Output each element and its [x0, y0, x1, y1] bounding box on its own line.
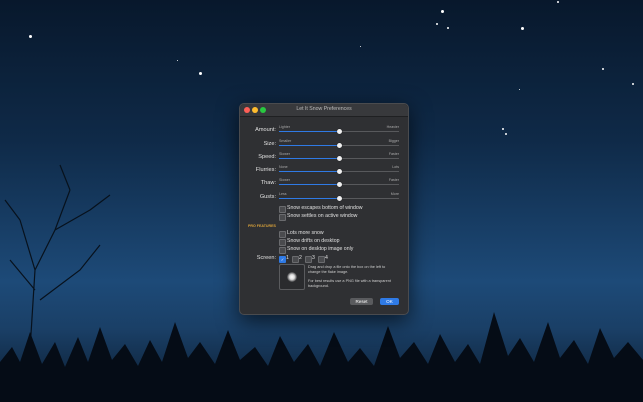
star: [602, 68, 604, 70]
slider-knob[interactable]: [336, 156, 342, 161]
screen-2-label: 2: [299, 255, 302, 261]
star: [521, 27, 524, 30]
slider-min-label: Slower: [279, 152, 290, 156]
desktop-only-checkbox[interactable]: [279, 247, 286, 254]
flake-image-drop-box[interactable]: [279, 264, 305, 290]
slider-label: Thaw:: [260, 180, 276, 186]
slider-label: Speed:: [258, 154, 276, 160]
star: [557, 1, 559, 3]
slider-track[interactable]: [279, 196, 399, 201]
screen-1-checkbox[interactable]: ✓: [279, 256, 286, 263]
title-bar[interactable]: Let It Snow Preferences: [240, 104, 408, 117]
ok-button[interactable]: OK: [380, 298, 399, 305]
desktop-only-label: Snow on desktop image only: [287, 246, 354, 252]
snowflake-icon: [287, 272, 297, 282]
escapes-bottom-label: Snow escapes bottom of window: [287, 205, 363, 211]
screen-4-checkbox[interactable]: [318, 256, 325, 263]
star: [177, 60, 178, 61]
escapes-bottom-checkbox[interactable]: [279, 206, 286, 213]
slider-min-label: Less: [279, 192, 287, 196]
slider-min-label: Smaller: [279, 139, 292, 143]
slider-max-label: Faster: [388, 178, 399, 182]
preferences-window: Let It Snow Preferences Amount: Lighter He…: [239, 103, 409, 315]
settles-active-checkbox[interactable]: [279, 214, 286, 221]
slider-track[interactable]: [279, 169, 399, 174]
png-tip: For best results use a PNG file with a t…: [308, 279, 391, 288]
slider-track[interactable]: [279, 182, 399, 187]
slider-track[interactable]: [279, 129, 399, 134]
screen-2-checkbox[interactable]: [292, 256, 299, 263]
slider-knob[interactable]: [336, 169, 342, 174]
slider-label: Gusts:: [259, 194, 276, 200]
lots-more-snow-checkbox[interactable]: [279, 231, 286, 238]
star: [436, 23, 438, 25]
slider-max-label: Heavier: [386, 125, 399, 129]
slider-fill: [279, 131, 339, 132]
lots-more-snow-label: Lots more snow: [287, 230, 324, 236]
slider-knob[interactable]: [336, 143, 342, 148]
star: [360, 46, 361, 47]
snow-drifts-checkbox[interactable]: [279, 239, 286, 246]
reset-button[interactable]: Reset: [350, 298, 373, 305]
slider-fill: [279, 145, 339, 146]
screen-label: Screen:: [256, 255, 276, 261]
window-title: Let It Snow Preferences: [296, 106, 352, 112]
slider-max-label: More: [390, 192, 399, 196]
slider-fill: [279, 198, 339, 199]
slider-fill: [279, 171, 339, 172]
star: [441, 10, 444, 13]
star: [519, 89, 520, 90]
slider-track[interactable]: [279, 143, 399, 148]
screen-1-label: 1: [286, 255, 289, 261]
slider-knob[interactable]: [336, 182, 342, 187]
star: [505, 133, 507, 135]
screen-3-checkbox[interactable]: [305, 256, 312, 263]
slider-label: Flurries:: [255, 167, 276, 173]
slider-max-label: Lots: [392, 165, 399, 169]
star: [29, 35, 32, 38]
slider-track[interactable]: [279, 156, 399, 161]
pro-features-heading: PRO FEATURES: [248, 224, 276, 228]
slider-label: Size:: [263, 141, 276, 147]
slider-knob[interactable]: [336, 129, 342, 134]
star: [199, 72, 202, 75]
slider-max-label: Bigger: [388, 139, 399, 143]
settles-active-label: Snow settles on active window: [287, 213, 358, 219]
star: [447, 27, 449, 29]
star: [502, 128, 504, 130]
drop-instructions: Drag and drop a file onto the box on the…: [308, 265, 386, 274]
slider-min-label: Slower: [279, 178, 290, 182]
slider-min-label: None: [279, 165, 288, 169]
slider-max-label: Faster: [388, 152, 399, 156]
star: [632, 83, 634, 85]
slider-fill: [279, 158, 339, 159]
slider-fill: [279, 184, 339, 185]
slider-label: Amount:: [255, 127, 276, 133]
screen-4-label: 4: [325, 255, 328, 261]
slider-min-label: Lighter: [279, 125, 290, 129]
screen-3-label: 3: [312, 255, 315, 261]
snow-drifts-label: Snow drifts on desktop: [287, 238, 340, 244]
slider-knob[interactable]: [336, 196, 342, 201]
